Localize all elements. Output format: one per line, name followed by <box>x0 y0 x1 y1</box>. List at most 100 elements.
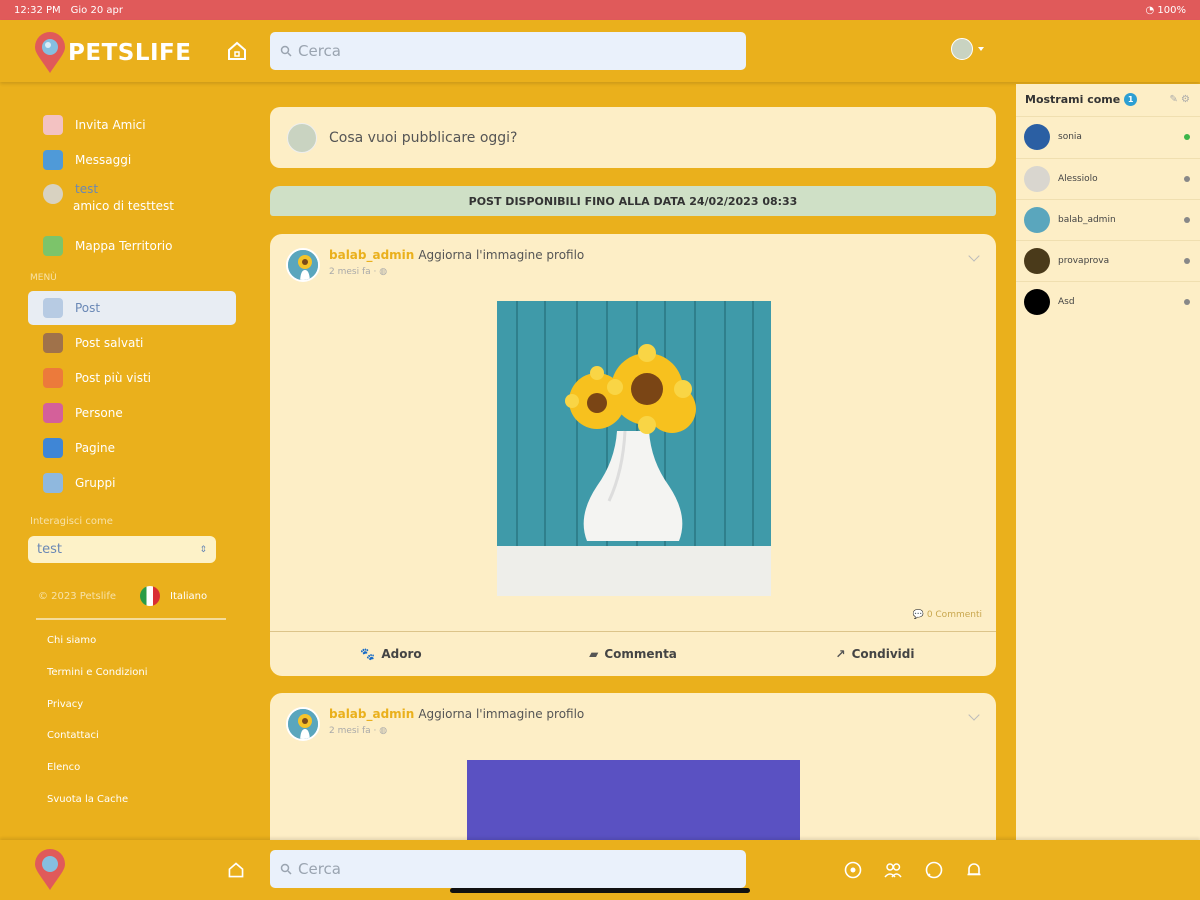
groups-icon <box>43 473 63 493</box>
user-list-item[interactable]: balab_admin <box>1016 199 1200 240</box>
comment-label: Commenta <box>604 647 677 661</box>
footer-link-terms[interactable]: Termini e Condizioni <box>47 667 147 678</box>
post-author[interactable]: balab_admin <box>329 707 414 721</box>
search-input[interactable]: Cerca <box>270 32 746 70</box>
menu-section-label: MENÙ <box>30 273 57 283</box>
user-list-item[interactable]: sonia <box>1016 116 1200 157</box>
sidebar-item-people[interactable]: Persone <box>28 396 236 430</box>
saved-posts-icon <box>43 333 63 353</box>
share-label: Condividi <box>851 647 915 661</box>
avatar <box>287 122 317 153</box>
comments-count[interactable]: 💬 0 Commenti <box>913 610 982 620</box>
friends-icon[interactable] <box>884 861 902 879</box>
sidebar-item-saved-posts[interactable]: Post salvati <box>28 326 236 360</box>
sidebar-item-most-viewed[interactable]: Post più visti <box>28 361 236 395</box>
location-pin-icon <box>35 32 65 73</box>
sidebar-item-label: Messaggi <box>75 153 132 167</box>
sidebar-item-label: Mappa Territorio <box>75 239 173 253</box>
search-placeholder: Cerca <box>298 42 341 60</box>
chat-icon[interactable] <box>925 861 943 879</box>
interact-as-label: Interagisci come <box>30 516 113 527</box>
interact-as-value: test <box>37 542 62 557</box>
add-icon[interactable] <box>844 861 862 879</box>
sidebar-item-label: Post salvati <box>75 336 144 350</box>
post-card: balab_admin Aggiorna l'immagine profilo 2… <box>270 234 996 676</box>
italy-flag-icon[interactable] <box>140 586 160 606</box>
location-pin-icon[interactable] <box>34 848 66 892</box>
author-avatar[interactable] <box>286 707 320 741</box>
sidebar: Invita Amici Messaggi test amico di test… <box>28 84 243 840</box>
app-logo[interactable]: PETSLIFE <box>34 32 191 74</box>
offline-status-dot <box>1184 258 1190 264</box>
count-badge: 1 <box>1124 93 1138 106</box>
battery-level: 100% <box>1157 4 1186 16</box>
user-name: Asd <box>1058 297 1075 307</box>
footer-link-about[interactable]: Chi siamo <box>47 635 96 646</box>
search-placeholder: Cerca <box>298 860 341 878</box>
sidebar-item-post[interactable]: Post <box>28 291 236 325</box>
footer-link-contact[interactable]: Contattaci <box>47 730 99 741</box>
bell-icon[interactable] <box>965 861 983 879</box>
people-icon <box>43 403 63 423</box>
feed: Cosa vuoi pubblicare oggi? POST DISPONIB… <box>270 84 998 840</box>
user-name: provaprova <box>1058 256 1110 266</box>
post-time: 2 mesi fa <box>329 726 371 736</box>
user-list-item[interactable]: provaprova <box>1016 240 1200 281</box>
show-me-as-header: Mostrami come 1 <box>1025 93 1138 106</box>
footer-link-list[interactable]: Elenco <box>47 762 80 773</box>
sidebar-item-groups[interactable]: Gruppi <box>28 466 236 500</box>
home-icon[interactable] <box>227 861 245 879</box>
post-action: Aggiorna l'immagine profilo <box>418 707 585 721</box>
footer-link-privacy[interactable]: Privacy <box>47 699 83 710</box>
sidebar-item-invite-friends[interactable]: Invita Amici <box>28 108 236 142</box>
sunflower-avatar-icon <box>288 250 318 280</box>
avatar <box>1024 289 1050 315</box>
panel-title: Mostrami come <box>1025 93 1121 106</box>
chevron-down-icon[interactable] <box>968 250 980 262</box>
sidebar-item-label: test <box>75 182 99 196</box>
share-button[interactable]: ↗ Condividi <box>754 632 996 676</box>
right-panel: Mostrami come 1 ✎ ⚙ sonia Alessiolo bala… <box>1016 84 1200 840</box>
post-composer[interactable]: Cosa vuoi pubblicare oggi? <box>270 107 996 168</box>
panel-actions: ✎ ⚙ <box>1169 94 1190 105</box>
sidebar-item-label: Pagine <box>75 441 115 455</box>
most-viewed-icon <box>43 368 63 388</box>
chevron-down-icon[interactable] <box>968 709 980 721</box>
love-label: Adoro <box>381 647 422 661</box>
sidebar-item-pages[interactable]: Pagine <box>28 431 236 465</box>
post-image[interactable] <box>467 760 800 840</box>
language-selector[interactable]: Italiano <box>170 591 207 602</box>
profile-menu[interactable] <box>951 38 984 60</box>
sidebar-item-label: Invita Amici <box>75 118 146 132</box>
sidebar-item-test-user[interactable]: test amico di testtest <box>28 182 236 222</box>
wifi-icon: ◔ <box>1145 4 1155 16</box>
user-list-item[interactable]: Asd <box>1016 281 1200 322</box>
author-avatar[interactable] <box>286 248 320 282</box>
comment-button[interactable]: ▰ Commenta <box>512 632 754 676</box>
edit-icon[interactable]: ✎ <box>1169 94 1177 105</box>
comments-count-label: 0 Commenti <box>926 610 982 620</box>
post-image[interactable] <box>497 301 771 596</box>
post-actions: 🐾 Adoro ▰ Commenta ↗ Condividi <box>270 632 996 676</box>
sidebar-item-map[interactable]: Mappa Territorio <box>28 229 236 263</box>
gear-icon[interactable]: ⚙ <box>1181 94 1190 105</box>
post-card: balab_admin Aggiorna l'immagine profilo 2… <box>270 693 996 840</box>
invite-friends-icon <box>43 115 63 135</box>
divider <box>36 618 226 620</box>
interact-as-select[interactable]: test ⇕ <box>28 536 216 563</box>
user-list-item[interactable]: Alessiolo <box>1016 158 1200 199</box>
updown-chevron-icon: ⇕ <box>199 544 207 555</box>
post-author[interactable]: balab_admin <box>329 248 414 262</box>
user-avatar-icon <box>43 184 63 204</box>
bottom-bar: Cerca <box>0 840 1200 900</box>
footer-link-clear-cache[interactable]: Svuota la Cache <box>47 794 128 805</box>
share-icon: ↗ <box>835 647 846 661</box>
bottom-search-input[interactable]: Cerca <box>270 850 746 888</box>
home-icon[interactable] <box>226 40 248 62</box>
love-button[interactable]: 🐾 Adoro <box>270 632 512 676</box>
sidebar-item-messages[interactable]: Messaggi <box>28 143 236 177</box>
avatar <box>1024 248 1050 274</box>
globe-icon: ◍ <box>379 726 388 736</box>
user-name: balab_admin <box>1058 215 1116 225</box>
sidebar-item-label: Post più visti <box>75 371 152 385</box>
